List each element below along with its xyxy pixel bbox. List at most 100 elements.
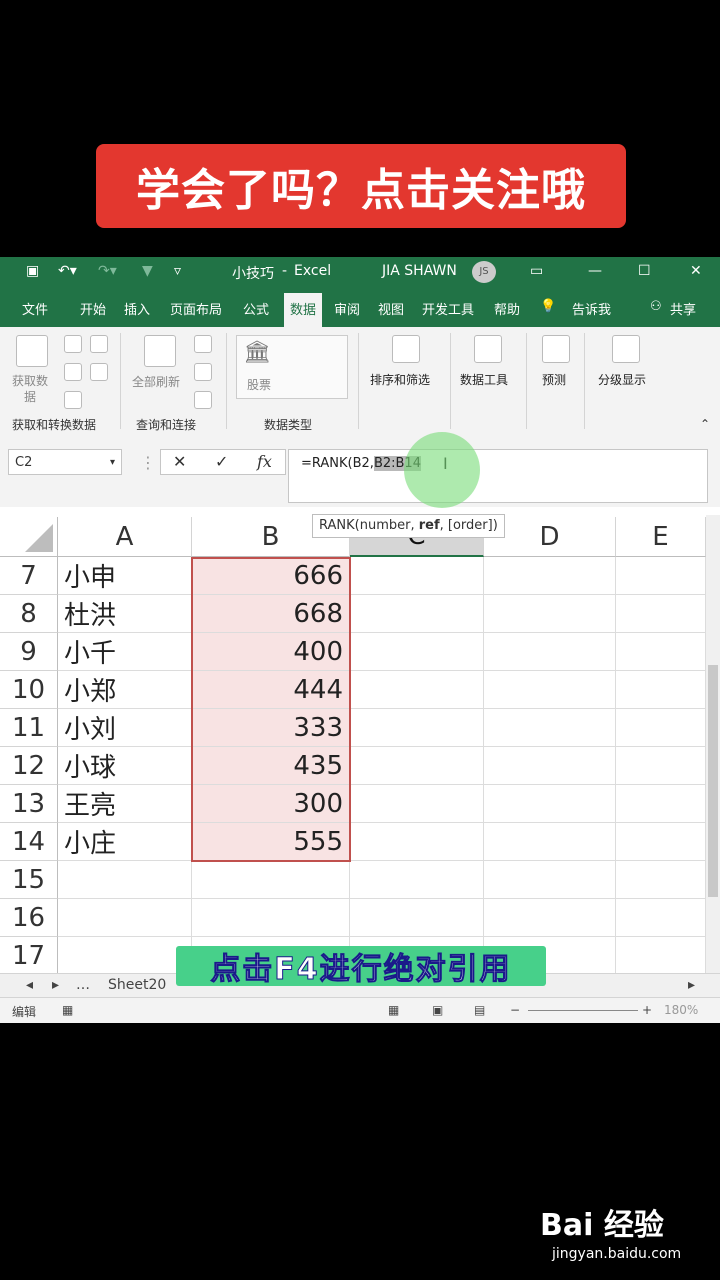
cell-a[interactable]: 小球 bbox=[58, 747, 192, 785]
outline-button[interactable]: 分级显示 bbox=[598, 371, 646, 388]
next-sheet-icon[interactable]: ▸ bbox=[52, 977, 59, 993]
share-icon[interactable]: ⚇ bbox=[650, 299, 662, 314]
maximize-icon[interactable]: ☐ bbox=[638, 263, 651, 279]
cell-a[interactable]: 小郑 bbox=[58, 671, 192, 709]
share-button[interactable]: 共享 bbox=[670, 299, 696, 318]
tab-view[interactable]: 视图 bbox=[378, 299, 404, 318]
cell-e[interactable] bbox=[616, 709, 706, 747]
from-web-icon[interactable] bbox=[90, 335, 108, 353]
more-sheets-icon[interactable]: … bbox=[76, 977, 90, 993]
cell-e[interactable] bbox=[616, 937, 706, 975]
cell-a[interactable] bbox=[58, 937, 192, 975]
chevron-down-icon[interactable]: ▾ bbox=[110, 450, 115, 476]
zoom-in-icon[interactable]: + bbox=[642, 1003, 652, 1017]
cell-b[interactable]: 668 bbox=[192, 595, 350, 633]
refresh-all-button[interactable]: 全部刷新 bbox=[132, 373, 180, 390]
tab-help[interactable]: 帮助 bbox=[494, 299, 520, 318]
cell-e[interactable] bbox=[616, 633, 706, 671]
cell-a[interactable]: 小刘 bbox=[58, 709, 192, 747]
page-layout-view-icon[interactable]: ▣ bbox=[432, 1003, 443, 1017]
row-header[interactable]: 12 bbox=[0, 747, 58, 785]
row-header[interactable]: 7 bbox=[0, 557, 58, 595]
cell-e[interactable] bbox=[616, 823, 706, 861]
cell-d[interactable] bbox=[484, 785, 616, 823]
page-break-view-icon[interactable]: ▤ bbox=[474, 1003, 485, 1017]
cell-d[interactable] bbox=[484, 861, 616, 899]
cell-d[interactable] bbox=[484, 595, 616, 633]
stocks-button[interactable]: 股票 bbox=[247, 376, 271, 393]
from-table-icon[interactable] bbox=[64, 363, 82, 381]
cell-c[interactable] bbox=[350, 747, 484, 785]
tell-me-search[interactable]: 告诉我 bbox=[572, 299, 611, 318]
data-tools-icon[interactable] bbox=[474, 335, 502, 363]
row-header[interactable]: 16 bbox=[0, 899, 58, 937]
macro-record-icon[interactable]: ▦ bbox=[62, 1003, 73, 1017]
cell-b[interactable]: 333 bbox=[192, 709, 350, 747]
vertical-scrollbar[interactable] bbox=[706, 515, 720, 973]
cell-b[interactable]: 444 bbox=[192, 671, 350, 709]
cell-a[interactable]: 小庄 bbox=[58, 823, 192, 861]
refresh-all-icon[interactable] bbox=[144, 335, 176, 367]
tab-formulas[interactable]: 公式 bbox=[243, 299, 269, 318]
data-tools-button[interactable]: 数据工具 bbox=[460, 371, 508, 388]
tab-page-layout[interactable]: 页面布局 bbox=[170, 299, 222, 318]
cell-e[interactable] bbox=[616, 785, 706, 823]
cell-c[interactable] bbox=[350, 823, 484, 861]
cell-d[interactable] bbox=[484, 747, 616, 785]
cell-c[interactable] bbox=[350, 899, 484, 937]
cell-e[interactable] bbox=[616, 671, 706, 709]
collapse-ribbon-icon[interactable]: ⌃ bbox=[700, 417, 710, 431]
customize-qat-icon[interactable]: ▿ bbox=[174, 263, 181, 279]
cell-c[interactable] bbox=[350, 595, 484, 633]
cell-b[interactable] bbox=[192, 899, 350, 937]
cell-e[interactable] bbox=[616, 861, 706, 899]
cell-e[interactable] bbox=[616, 595, 706, 633]
row-header[interactable]: 15 bbox=[0, 861, 58, 899]
zoom-level[interactable]: 180% bbox=[664, 1003, 698, 1017]
row-header[interactable]: 14 bbox=[0, 823, 58, 861]
insert-function-icon[interactable]: fx bbox=[257, 452, 272, 471]
cell-d[interactable] bbox=[484, 899, 616, 937]
queries-icon[interactable] bbox=[194, 335, 212, 353]
get-data-button[interactable]: 获取数 据 bbox=[12, 373, 48, 405]
select-all-corner[interactable] bbox=[0, 517, 58, 557]
cell-e[interactable] bbox=[616, 747, 706, 785]
sheet-tab[interactable]: Sheet20 bbox=[108, 977, 166, 993]
cell-c[interactable] bbox=[350, 709, 484, 747]
recent-sources-icon[interactable] bbox=[90, 363, 108, 381]
row-header[interactable]: 13 bbox=[0, 785, 58, 823]
normal-view-icon[interactable]: ▦ bbox=[388, 1003, 399, 1017]
scroll-right-icon[interactable]: ▸ bbox=[688, 977, 695, 993]
cell-d[interactable] bbox=[484, 709, 616, 747]
sort-filter-button[interactable]: 排序和筛选 bbox=[370, 371, 430, 388]
cell-a[interactable] bbox=[58, 899, 192, 937]
redo-icon[interactable]: ↷▾ bbox=[98, 263, 117, 279]
avatar[interactable]: JS bbox=[472, 261, 496, 283]
cell-b[interactable]: 555 bbox=[192, 823, 350, 861]
ribbon-display-icon[interactable]: ▭ bbox=[530, 263, 543, 279]
cell-b[interactable]: 400 bbox=[192, 633, 350, 671]
undo-icon[interactable]: ↶▾ bbox=[58, 263, 77, 279]
cell-e[interactable] bbox=[616, 557, 706, 595]
cell-c[interactable] bbox=[350, 633, 484, 671]
from-text-icon[interactable] bbox=[64, 335, 82, 353]
zoom-out-icon[interactable]: − bbox=[510, 1003, 520, 1017]
row-header[interactable]: 9 bbox=[0, 633, 58, 671]
data-types-gallery[interactable]: 🏛 股票 bbox=[236, 335, 348, 399]
cell-b[interactable]: 300 bbox=[192, 785, 350, 823]
tab-insert[interactable]: 插入 bbox=[124, 299, 150, 318]
cell-c[interactable] bbox=[350, 861, 484, 899]
tab-home[interactable]: 开始 bbox=[80, 299, 106, 318]
properties-icon[interactable] bbox=[194, 363, 212, 381]
row-header[interactable]: 17 bbox=[0, 937, 58, 975]
column-header-a[interactable]: A bbox=[58, 517, 192, 557]
cell-b[interactable] bbox=[192, 861, 350, 899]
row-header[interactable]: 8 bbox=[0, 595, 58, 633]
name-box[interactable]: C2 ▾ bbox=[8, 449, 122, 475]
cell-c[interactable] bbox=[350, 671, 484, 709]
edit-links-icon[interactable] bbox=[194, 391, 212, 409]
cell-a[interactable]: 小千 bbox=[58, 633, 192, 671]
cell-a[interactable]: 王亮 bbox=[58, 785, 192, 823]
prev-sheet-icon[interactable]: ◂ bbox=[26, 977, 33, 993]
cell-b[interactable]: 435 bbox=[192, 747, 350, 785]
